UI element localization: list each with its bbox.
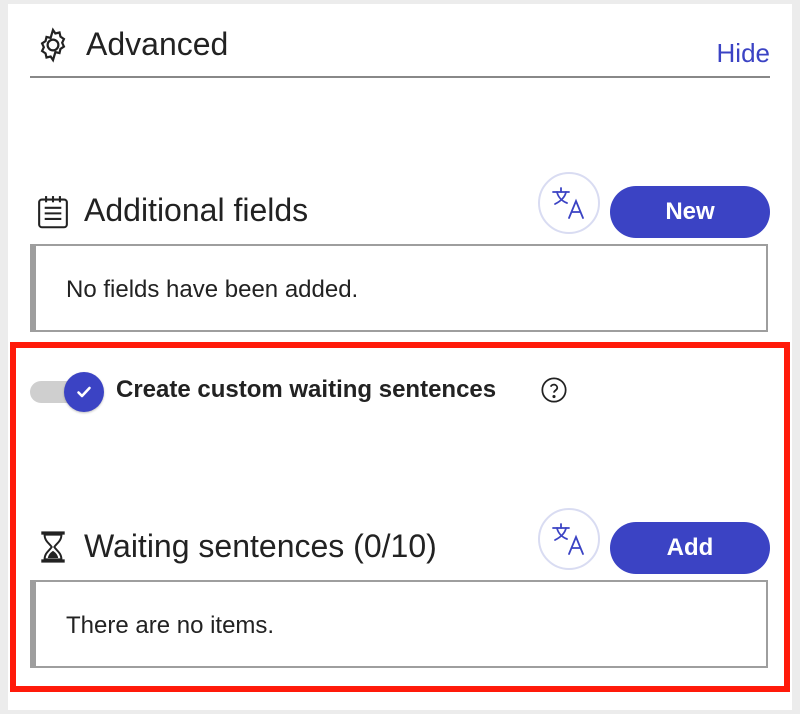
check-icon xyxy=(77,386,91,398)
translate-button-waiting[interactable] xyxy=(538,508,600,570)
additional-fields-empty-box: No fields have been added. xyxy=(30,244,768,332)
waiting-sentences-empty-text: There are no items. xyxy=(66,612,275,639)
question-circle-icon[interactable] xyxy=(540,376,568,404)
custom-waiting-label: Create custom waiting sentences xyxy=(116,376,497,403)
gear-icon xyxy=(40,27,66,63)
hourglass-icon xyxy=(41,531,65,563)
translate-button[interactable] xyxy=(538,172,600,234)
custom-waiting-toggle[interactable] xyxy=(30,372,104,412)
toggle-knob xyxy=(64,372,104,412)
waiting-sentences-empty-box: There are no items. xyxy=(30,580,768,668)
advanced-header: Advanced Hide xyxy=(30,10,770,78)
hide-link[interactable]: Hide xyxy=(717,38,770,69)
additional-fields-empty-text: No fields have been added. xyxy=(66,276,359,303)
new-field-button[interactable]: New xyxy=(610,186,770,238)
advanced-panel: Advanced Hide Additional fields New No f… xyxy=(8,4,792,710)
additional-fields-title: Additional fields xyxy=(84,192,309,228)
waiting-sentences-title: Waiting sentences (0/10) xyxy=(84,528,437,564)
translate-icon xyxy=(552,187,584,219)
calendar-list-icon xyxy=(38,196,68,229)
translate-icon xyxy=(552,523,584,555)
advanced-title: Advanced xyxy=(86,26,229,62)
add-sentence-button[interactable]: Add xyxy=(610,522,770,574)
